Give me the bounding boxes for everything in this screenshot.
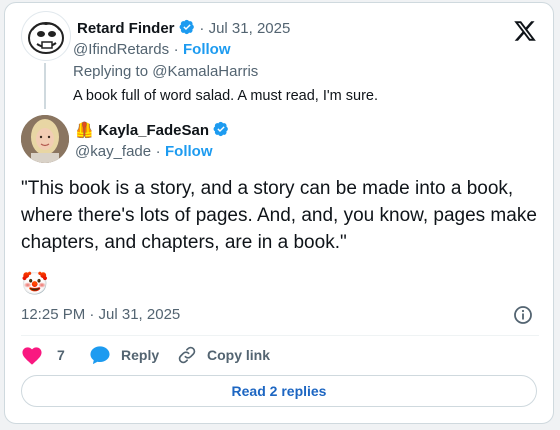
quoted-header: Retard Finder · Jul 31, 2025 [77,19,290,38]
reply-label: Reply [121,347,160,363]
tweet-timestamp[interactable]: 12:25 PM · Jul 31, 2025 [21,306,180,323]
x-logo-icon[interactable] [513,19,537,43]
tweet-card: Retard Finder · Jul 31, 2025 @IfindRetar… [4,2,554,424]
replying-to: Replying to @KamalaHarris [73,63,258,81]
quoted-date[interactable]: · Jul 31, 2025 [199,20,290,37]
quoted-avatar[interactable] [21,11,71,61]
heart-icon [22,347,42,365]
quoted-handle[interactable]: @IfindRetards [73,41,169,58]
clown-emoji: 🤡 [21,271,49,296]
like-count: 7 [57,347,65,363]
main-display-name[interactable]: Kayla_FadeSan [98,122,209,139]
verified-badge-icon [179,19,194,35]
link-icon [178,346,196,364]
main-tweet-text: "This book is a story, and a story can b… [21,178,537,253]
quoted-handle-row: @IfindRetards · Follow [73,41,231,59]
main-avatar[interactable] [21,115,69,163]
reply-icon [90,346,110,365]
main-header: 🦺 Kayla_FadeSan [75,121,229,140]
verified-badge-icon [214,121,229,137]
name-emoji: 🦺 [75,122,94,139]
like-action[interactable]: 7 [21,345,65,365]
read-replies-button[interactable]: Read 2 replies [21,375,537,407]
main-handle[interactable]: @kay_fade [75,143,151,160]
replying-to-handle[interactable]: @KamalaHarris [152,63,258,80]
main-handle-row: @kay_fade · Follow [75,143,213,161]
copy-link-label: Copy link [207,347,271,363]
quoted-separator: · [173,41,179,58]
info-icon[interactable] [513,305,533,325]
quoted-follow-button[interactable]: Follow [183,41,231,58]
main-separator: · [155,143,161,160]
thread-line [44,63,46,109]
replying-prefix: Replying to [73,63,153,80]
divider [21,335,539,336]
quoted-display-name[interactable]: Retard Finder [77,20,175,37]
reply-action[interactable]: Reply [89,345,159,365]
quoted-tweet-text: A book full of word salad. A must read, … [73,88,379,104]
copy-link-action[interactable]: Copy link [177,345,270,365]
main-follow-button[interactable]: Follow [165,143,213,160]
